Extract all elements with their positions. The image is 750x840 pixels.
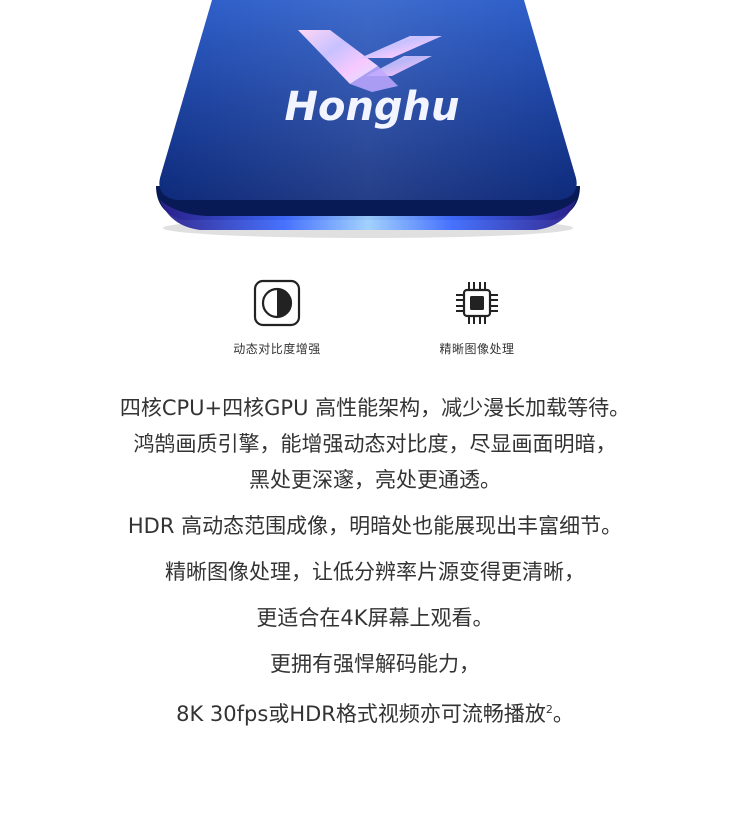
description-line: 精晰图像处理，让低分辨率片源变得更清晰，	[165, 560, 585, 584]
feature-image-processing: 精晰图像处理	[377, 278, 577, 357]
feature-label: 精晰图像处理	[439, 342, 515, 356]
chip-processor-icon	[452, 278, 502, 328]
feature-contrast: 动态对比度增强	[177, 278, 377, 357]
feature-label: 动态对比度增强	[233, 342, 321, 356]
description-line-last: 8K 30fps或HDR格式视频亦可流畅播放2。	[0, 692, 750, 728]
description-line: 更适合在4K屏幕上观看。	[256, 606, 494, 630]
footnote-marker: 2	[545, 703, 553, 716]
honghu-chip-graphic: Honghu	[156, 0, 580, 238]
description-line-end: 。	[552, 702, 574, 726]
feature-list: 动态对比度增强 精晰图像处理	[0, 278, 750, 368]
chip-illustration: Honghu	[0, 0, 750, 250]
description-line-text: 8K 30fps或HDR格式视频亦可流畅播放	[176, 702, 546, 726]
description-line: 更拥有强悍解码能力，	[270, 652, 480, 676]
chip-brand-text: Honghu	[284, 84, 459, 130]
contrast-icon	[252, 278, 302, 328]
description-line: 鸿鹄画质引擎，能增强动态对比度，尽显画面明暗，	[133, 432, 617, 456]
description-line: 四核CPU+四核GPU 高性能架构，减少漫长加载等待。	[119, 396, 631, 420]
description-text: 四核CPU+四核GPU 高性能架构，减少漫长加载等待。 鸿鹄画质引擎，能增强动态…	[0, 390, 750, 728]
description-line: HDR 高动态范围成像，明暗处也能展现出丰富细节。	[127, 514, 623, 538]
description-line: 黑处更深邃，亮处更通透。	[249, 468, 501, 492]
